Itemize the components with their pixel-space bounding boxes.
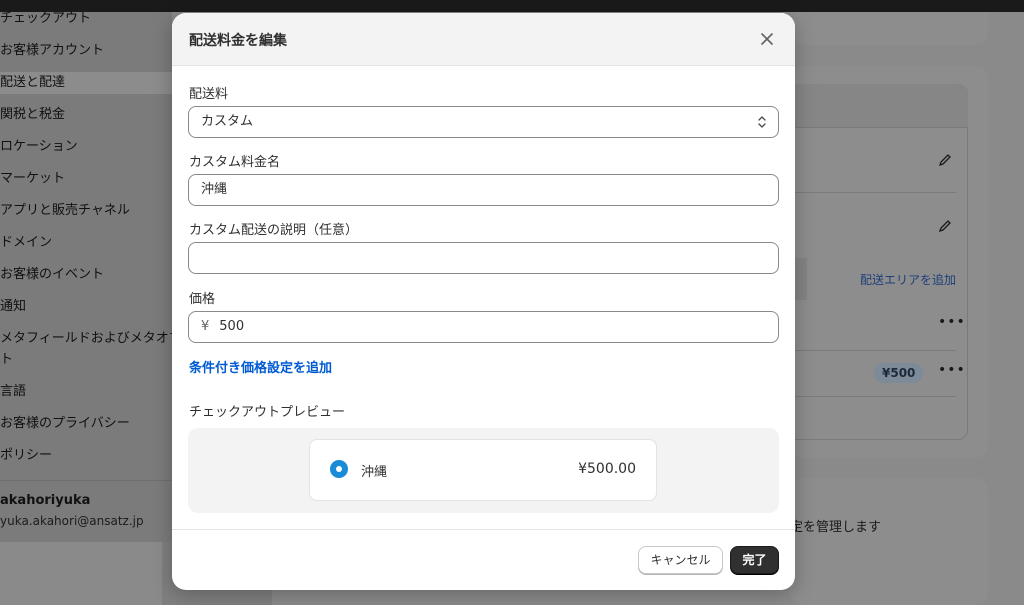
close-icon[interactable] [757, 29, 777, 49]
description-input[interactable] [188, 242, 779, 274]
preview-shipping-option: 沖縄 ¥500.00 [309, 439, 657, 501]
sidebar-item-apps[interactable]: アプリと販売チャネル [0, 200, 172, 222]
radio-selected-icon[interactable] [330, 460, 348, 478]
currency-symbol: ¥ [201, 319, 210, 334]
modal-title: 配送料金を編集 [189, 33, 287, 49]
description-label: カスタム配送の説明（任意） [189, 223, 359, 238]
sidebar-item-shipping[interactable]: 配送と配達 [0, 72, 172, 94]
background-text: 定を管理します [790, 520, 882, 535]
checkout-preview: 沖縄 ¥500.00 [188, 428, 779, 513]
sidebar-item-markets[interactable]: マーケット [0, 168, 172, 190]
background-card [790, 478, 988, 605]
price-input[interactable]: ¥500 [188, 311, 779, 343]
sidebar-item-taxes[interactable]: 関税と税金 [0, 104, 172, 126]
add-conditional-pricing-link[interactable]: 条件付き価格設定を追加 [189, 357, 332, 376]
sidebar-item-domains[interactable]: ドメイン [0, 232, 172, 254]
preview-rate-name: 沖縄 [361, 465, 388, 480]
custom-name-label: カスタム料金名 [189, 155, 281, 170]
more-actions-icon[interactable]: ••• [938, 362, 966, 378]
sidebar-item-checkout[interactable]: チェックアウト [0, 8, 172, 30]
cancel-button[interactable]: キャンセル [638, 546, 723, 574]
sidebar-item-notifications[interactable]: 通知 [0, 296, 172, 318]
divider [790, 396, 956, 397]
done-button[interactable]: 完了 [730, 546, 779, 574]
edit-shipping-rate-modal: 配送料金を編集 配送料 カスタム カスタム料金名 沖縄 カスタム配送の説明（任意… [172, 13, 795, 590]
sidebar-item-customer-privacy[interactable]: お客様のプライバシー [0, 413, 172, 435]
user-email: yuka.akahori@ansatz.jp [0, 514, 144, 528]
sidebar-item-metafields[interactable]: メタフィールドおよびメタオブ [0, 328, 182, 350]
rate-select[interactable]: カスタム [188, 106, 779, 138]
rate-label: 配送料 [189, 87, 229, 102]
user-name: akahoriyuka [0, 493, 91, 508]
sidebar-item-languages[interactable]: 言語 [0, 381, 172, 403]
sidebar-item-customer-events[interactable]: お客様のイベント [0, 264, 172, 286]
divider [790, 192, 956, 193]
background-inner-header [790, 84, 968, 128]
preview-rate-price: ¥500.00 [578, 461, 636, 477]
more-actions-icon[interactable]: ••• [938, 314, 966, 330]
modal-footer: キャンセル 完了 [172, 529, 795, 590]
price-label: 価格 [189, 292, 216, 307]
sidebar-item-customer-accounts[interactable]: お客様アカウント [0, 40, 172, 62]
pencil-icon[interactable] [938, 153, 952, 167]
price-value: 500 [219, 319, 245, 334]
background-card [790, 12, 988, 45]
price-badge: ¥500 [874, 363, 924, 383]
sidebar-item-policies[interactable]: ポリシー [0, 445, 172, 467]
background-inner-card [790, 84, 968, 440]
modal-header: 配送料金を編集 [172, 13, 795, 66]
custom-name-input[interactable]: 沖縄 [188, 174, 779, 206]
rate-select-value: カスタム [201, 114, 254, 129]
checkout-preview-label: チェックアウトプレビュー [189, 405, 346, 420]
add-shipping-area-link[interactable]: 配送エリアを追加 [860, 271, 956, 288]
pencil-icon[interactable] [938, 219, 952, 233]
sidebar-divider [0, 480, 172, 481]
select-chevron-icon [758, 116, 766, 128]
sidebar-item-metafields-cont[interactable]: ト [0, 349, 172, 371]
divider [790, 350, 956, 351]
sidebar-item-locations[interactable]: ロケーション [0, 136, 172, 158]
